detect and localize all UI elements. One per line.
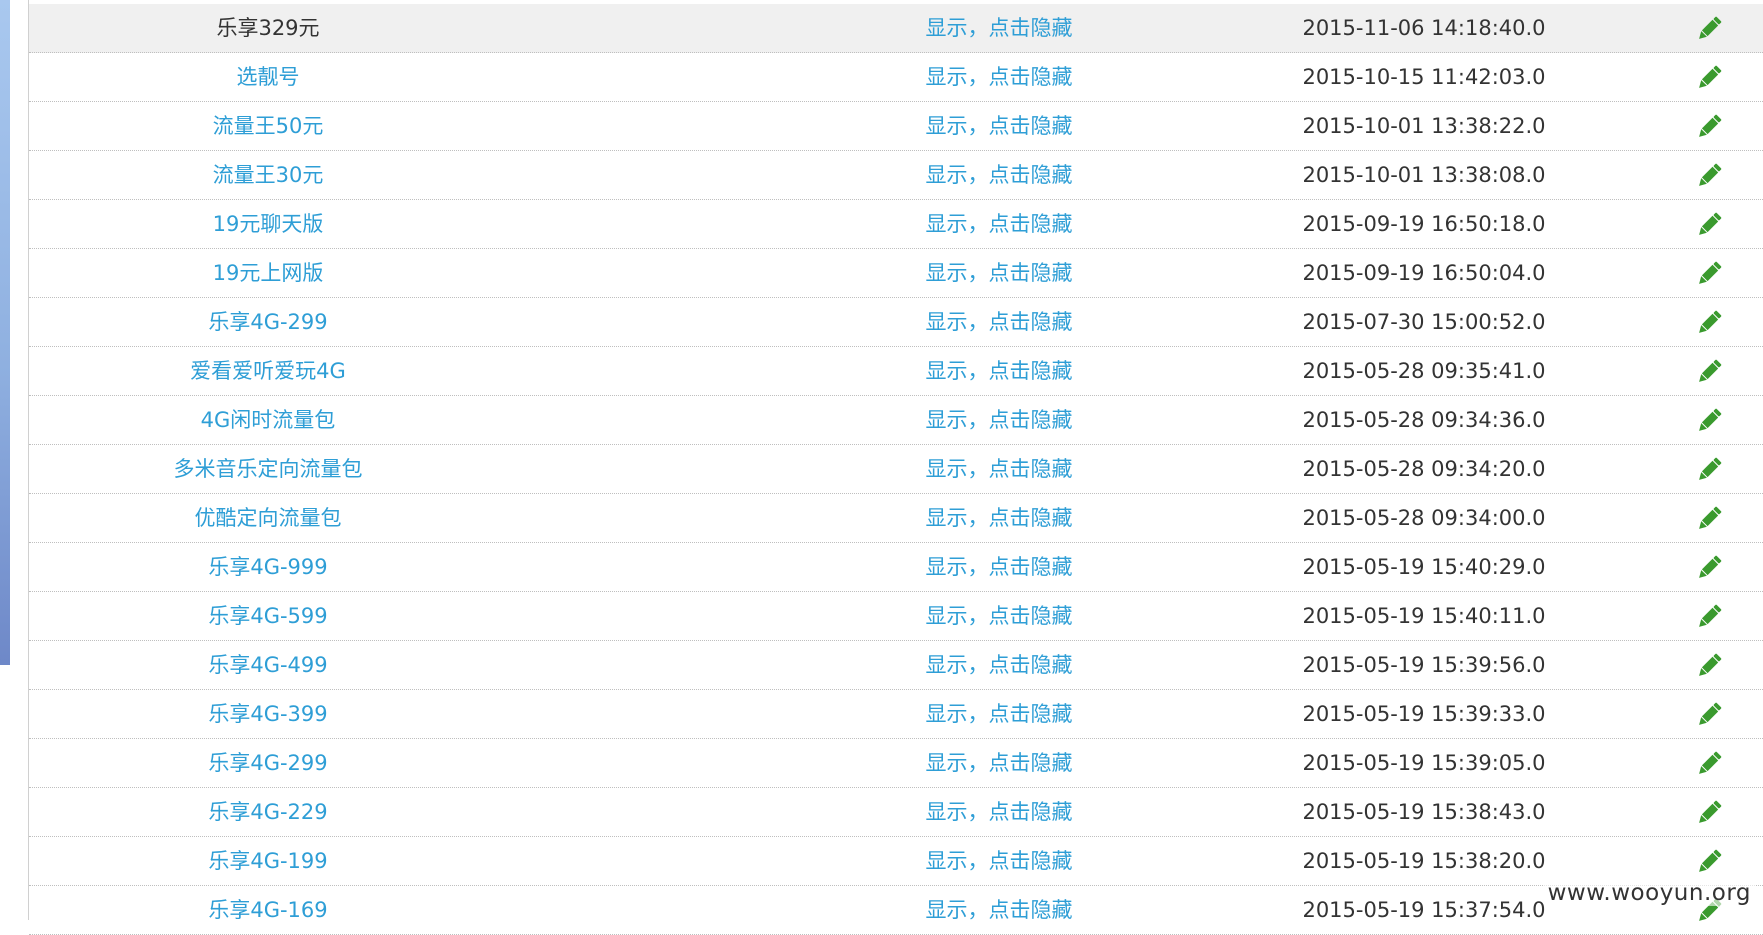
created-time: 2015-05-28 09:35:41.0 xyxy=(1284,347,1564,395)
table-row: 乐享4G-199 显示，点击隐藏 2015-05-19 15:38:20.0 xyxy=(29,837,1763,886)
toggle-visibility-link[interactable]: 显示，点击隐藏 xyxy=(899,592,1099,640)
created-time: 2015-05-19 15:39:56.0 xyxy=(1284,641,1564,689)
package-name-link[interactable]: 多米音乐定向流量包 xyxy=(29,445,507,493)
table-row: 乐享4G-299 显示，点击隐藏 2015-05-19 15:39:05.0 xyxy=(29,739,1763,788)
package-name-link[interactable]: 乐享4G-229 xyxy=(29,788,507,836)
created-time: 2015-05-19 15:40:29.0 xyxy=(1284,543,1564,591)
package-name-link[interactable]: 流量王50元 xyxy=(29,102,507,150)
pencil-icon[interactable] xyxy=(1694,406,1724,436)
package-name-link[interactable]: 优酷定向流量包 xyxy=(29,494,507,542)
toggle-visibility-link[interactable]: 显示，点击隐藏 xyxy=(899,837,1099,885)
created-time: 2015-09-19 16:50:04.0 xyxy=(1284,249,1564,297)
package-name-link[interactable]: 选靓号 xyxy=(29,53,507,101)
toggle-visibility-link[interactable]: 显示，点击隐藏 xyxy=(899,347,1099,395)
table-row: 乐享4G-169 显示，点击隐藏 2015-05-19 15:37:54.0 xyxy=(29,886,1763,935)
pencil-icon[interactable] xyxy=(1694,847,1724,877)
pencil-icon[interactable] xyxy=(1694,308,1724,338)
sidebar-edge xyxy=(0,0,10,665)
pencil-icon[interactable] xyxy=(1694,651,1724,681)
created-time: 2015-05-19 15:37:54.0 xyxy=(1284,886,1564,934)
table-row: 乐享4G-499 显示，点击隐藏 2015-05-19 15:39:56.0 xyxy=(29,641,1763,690)
package-name-link[interactable]: 4G闲时流量包 xyxy=(29,396,507,444)
toggle-visibility-link[interactable]: 显示，点击隐藏 xyxy=(899,249,1099,297)
package-name-link[interactable]: 乐享4G-169 xyxy=(29,886,507,934)
pencil-icon[interactable] xyxy=(1694,455,1724,485)
pencil-icon[interactable] xyxy=(1694,210,1724,240)
pencil-icon[interactable] xyxy=(1694,112,1724,142)
package-name-link[interactable]: 乐享4G-499 xyxy=(29,641,507,689)
table-row: 乐享329元 显示，点击隐藏 2015-11-06 14:18:40.0 xyxy=(29,4,1763,53)
table-row: 乐享4G-299 显示，点击隐藏 2015-07-30 15:00:52.0 xyxy=(29,298,1763,347)
toggle-visibility-link[interactable]: 显示，点击隐藏 xyxy=(899,494,1099,542)
toggle-visibility-link[interactable]: 显示，点击隐藏 xyxy=(899,298,1099,346)
toggle-visibility-link[interactable]: 显示，点击隐藏 xyxy=(899,739,1099,787)
table-row: 19元聊天版 显示，点击隐藏 2015-09-19 16:50:18.0 xyxy=(29,200,1763,249)
toggle-visibility-link[interactable]: 显示，点击隐藏 xyxy=(899,200,1099,248)
toggle-visibility-link[interactable]: 显示，点击隐藏 xyxy=(899,151,1099,199)
created-time: 2015-10-15 11:42:03.0 xyxy=(1284,53,1564,101)
watermark: www.wooyun.org xyxy=(1544,880,1755,906)
package-name-link[interactable]: 爱看爱听爱玩4G xyxy=(29,347,507,395)
package-name-link[interactable]: 乐享4G-199 xyxy=(29,837,507,885)
pencil-icon[interactable] xyxy=(1694,553,1724,583)
created-time: 2015-10-01 13:38:22.0 xyxy=(1284,102,1564,150)
pencil-icon[interactable] xyxy=(1694,798,1724,828)
table-row: 乐享4G-599 显示，点击隐藏 2015-05-19 15:40:11.0 xyxy=(29,592,1763,641)
table-row: 乐享4G-399 显示，点击隐藏 2015-05-19 15:39:33.0 xyxy=(29,690,1763,739)
created-time: 2015-05-19 15:39:05.0 xyxy=(1284,739,1564,787)
table-row: 爱看爱听爱玩4G 显示，点击隐藏 2015-05-28 09:35:41.0 xyxy=(29,347,1763,396)
pencil-icon[interactable] xyxy=(1694,63,1724,93)
table-row: 选靓号 显示，点击隐藏 2015-10-15 11:42:03.0 xyxy=(29,53,1763,102)
created-time: 2015-05-19 15:40:11.0 xyxy=(1284,592,1564,640)
created-time: 2015-10-01 13:38:08.0 xyxy=(1284,151,1564,199)
package-name-link[interactable]: 乐享4G-299 xyxy=(29,739,507,787)
table-row: 流量王30元 显示，点击隐藏 2015-10-01 13:38:08.0 xyxy=(29,151,1763,200)
package-name-link[interactable]: 19元聊天版 xyxy=(29,200,507,248)
pencil-icon[interactable] xyxy=(1694,14,1724,44)
table-row: 乐享4G-229 显示，点击隐藏 2015-05-19 15:38:43.0 xyxy=(29,788,1763,837)
table-row: 流量王50元 显示，点击隐藏 2015-10-01 13:38:22.0 xyxy=(29,102,1763,151)
package-name-link[interactable]: 19元上网版 xyxy=(29,249,507,297)
created-time: 2015-09-19 16:50:18.0 xyxy=(1284,200,1564,248)
pencil-icon[interactable] xyxy=(1694,357,1724,387)
created-time: 2015-05-19 15:38:20.0 xyxy=(1284,837,1564,885)
toggle-visibility-link[interactable]: 显示，点击隐藏 xyxy=(899,53,1099,101)
package-name-link[interactable]: 乐享329元 xyxy=(29,4,507,52)
created-time: 2015-05-28 09:34:00.0 xyxy=(1284,494,1564,542)
toggle-visibility-link[interactable]: 显示，点击隐藏 xyxy=(899,690,1099,738)
created-time: 2015-05-19 15:38:43.0 xyxy=(1284,788,1564,836)
package-table: 乐享329元显示，点击隐藏2015-11-06 14:18:40.0选靓号显示，… xyxy=(29,4,1763,935)
toggle-visibility-link[interactable]: 显示，点击隐藏 xyxy=(899,4,1099,52)
table-row: 多米音乐定向流量包 显示，点击隐藏 2015-05-28 09:34:20.0 xyxy=(29,445,1763,494)
toggle-visibility-link[interactable]: 显示，点击隐藏 xyxy=(899,543,1099,591)
pencil-icon[interactable] xyxy=(1694,602,1724,632)
pencil-icon[interactable] xyxy=(1694,700,1724,730)
toggle-visibility-link[interactable]: 显示，点击隐藏 xyxy=(899,396,1099,444)
table-row: 19元上网版 显示，点击隐藏 2015-09-19 16:50:04.0 xyxy=(29,249,1763,298)
created-time: 2015-11-06 14:18:40.0 xyxy=(1284,4,1564,52)
toggle-visibility-link[interactable]: 显示，点击隐藏 xyxy=(899,641,1099,689)
toggle-visibility-link[interactable]: 显示，点击隐藏 xyxy=(899,445,1099,493)
created-time: 2015-05-19 15:39:33.0 xyxy=(1284,690,1564,738)
pencil-icon[interactable] xyxy=(1694,161,1724,191)
toggle-visibility-link[interactable]: 显示，点击隐藏 xyxy=(899,788,1099,836)
package-name-link[interactable]: 乐享4G-299 xyxy=(29,298,507,346)
created-time: 2015-05-28 09:34:36.0 xyxy=(1284,396,1564,444)
package-name-link[interactable]: 乐享4G-399 xyxy=(29,690,507,738)
package-name-link[interactable]: 乐享4G-599 xyxy=(29,592,507,640)
table-row: 4G闲时流量包 显示，点击隐藏 2015-05-28 09:34:36.0 xyxy=(29,396,1763,445)
table-row: 优酷定向流量包 显示，点击隐藏 2015-05-28 09:34:00.0 xyxy=(29,494,1763,543)
toggle-visibility-link[interactable]: 显示，点击隐藏 xyxy=(899,886,1099,934)
pencil-icon[interactable] xyxy=(1694,749,1724,779)
created-time: 2015-05-28 09:34:20.0 xyxy=(1284,445,1564,493)
pencil-icon[interactable] xyxy=(1694,504,1724,534)
created-time: 2015-07-30 15:00:52.0 xyxy=(1284,298,1564,346)
pencil-icon[interactable] xyxy=(1694,259,1724,289)
package-name-link[interactable]: 流量王30元 xyxy=(29,151,507,199)
toggle-visibility-link[interactable]: 显示，点击隐藏 xyxy=(899,102,1099,150)
table-row: 乐享4G-999 显示，点击隐藏 2015-05-19 15:40:29.0 xyxy=(29,543,1763,592)
package-name-link[interactable]: 乐享4G-999 xyxy=(29,543,507,591)
